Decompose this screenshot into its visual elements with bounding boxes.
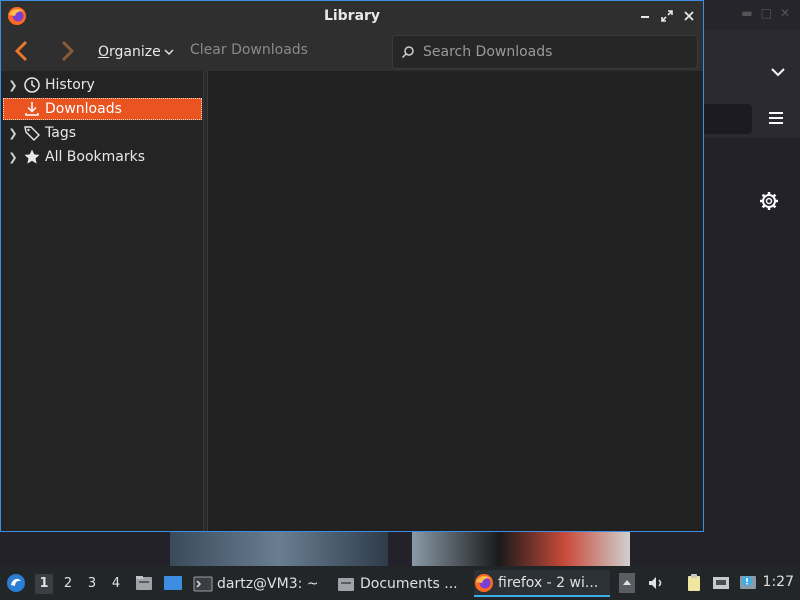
- close-icon[interactable]: ✕: [780, 6, 790, 20]
- background-thumbnails: [0, 530, 800, 566]
- file-manager-icon[interactable]: [134, 573, 154, 593]
- sidebar-item-tags[interactable]: ❯ Tags: [3, 122, 202, 144]
- task-label: firefox - 2 wi...: [498, 574, 599, 591]
- clipboard-icon[interactable]: [684, 573, 704, 593]
- back-arrow-icon[interactable]: [11, 39, 33, 63]
- tag-icon: [24, 126, 40, 141]
- maximize-icon[interactable]: □: [761, 6, 772, 20]
- forward-arrow-icon[interactable]: [56, 39, 78, 63]
- downloads-list-pane[interactable]: [209, 71, 703, 531]
- search-box[interactable]: [392, 35, 698, 69]
- hamburger-menu-icon[interactable]: [766, 108, 786, 128]
- task-label: Documents ...: [360, 575, 458, 592]
- workspace-3[interactable]: 3: [83, 574, 101, 594]
- sidebar-item-label: History: [45, 77, 95, 93]
- show-desktop-icon[interactable]: [163, 573, 183, 593]
- minimize-icon[interactable]: ▬: [741, 6, 752, 20]
- workspace-4[interactable]: 4: [107, 574, 125, 594]
- clock[interactable]: 1:27: [763, 574, 794, 590]
- library-toolbar: Organize Clear Downloads: [1, 31, 703, 71]
- minimize-icon[interactable]: [637, 8, 653, 24]
- thumbnail-image[interactable]: [412, 530, 630, 566]
- taskbar: 1 2 3 4 dartz@VM3: ~ Documents ... firef…: [0, 566, 800, 600]
- sidebar-item-all-bookmarks[interactable]: ❯ All Bookmarks: [3, 146, 202, 168]
- sidebar-item-history[interactable]: ❯ History: [3, 74, 202, 96]
- chevron-down-icon[interactable]: [768, 62, 788, 82]
- maximize-icon[interactable]: [659, 8, 675, 24]
- notification-icon[interactable]: [738, 573, 758, 593]
- task-firefox[interactable]: firefox - 2 wi...: [474, 570, 610, 597]
- search-icon: [401, 46, 414, 59]
- application-menu-icon[interactable]: [6, 573, 26, 593]
- sidebar-item-label: Downloads: [45, 101, 122, 117]
- library-sidebar-tree: ❯ History Downloads ❯ Tags ❯ All Bookmar…: [1, 71, 204, 531]
- download-icon: [25, 102, 39, 116]
- workspace-1[interactable]: 1: [35, 574, 53, 594]
- window-controls: [637, 8, 697, 24]
- window-title: Library: [323, 8, 381, 24]
- firefox-icon: [475, 573, 493, 592]
- expand-arrow-icon[interactable]: ❯: [3, 79, 23, 92]
- clock-icon: [24, 77, 40, 93]
- chevron-down-icon: [164, 49, 174, 55]
- task-terminal[interactable]: dartz@VM3: ~: [193, 570, 323, 597]
- organize-menu-button[interactable]: Organize: [98, 42, 174, 62]
- close-icon[interactable]: [681, 8, 697, 24]
- volume-icon[interactable]: [646, 573, 666, 593]
- search-downloads-input[interactable]: [421, 43, 691, 61]
- tray-scroll-up-icon[interactable]: [619, 573, 635, 593]
- library-window: Library Organize Clear Downloads Search …: [0, 0, 704, 532]
- star-icon: [24, 149, 40, 164]
- sidebar-item-downloads[interactable]: Downloads: [3, 98, 202, 120]
- terminal-icon: [193, 576, 213, 591]
- organize-label: Organize: [98, 44, 161, 60]
- workspace-2[interactable]: 2: [59, 574, 77, 594]
- expand-arrow-icon[interactable]: ❯: [3, 151, 23, 164]
- folder-icon: [338, 577, 354, 591]
- library-titlebar[interactable]: Library: [1, 1, 703, 31]
- sidebar-item-label: All Bookmarks: [45, 149, 146, 165]
- gear-icon[interactable]: [758, 190, 780, 212]
- sidebar-item-label: Tags: [45, 125, 76, 141]
- background-window-controls: ▬ □ ✕: [741, 6, 790, 20]
- thumbnail-image[interactable]: [170, 530, 388, 566]
- expand-arrow-icon[interactable]: ❯: [3, 127, 23, 140]
- pane-splitter[interactable]: [204, 71, 208, 531]
- clear-downloads-button[interactable]: Clear Downloads: [190, 42, 308, 62]
- network-icon[interactable]: [711, 573, 731, 593]
- task-documents[interactable]: Documents ...: [336, 570, 464, 597]
- task-label: dartz@VM3: ~: [217, 575, 319, 592]
